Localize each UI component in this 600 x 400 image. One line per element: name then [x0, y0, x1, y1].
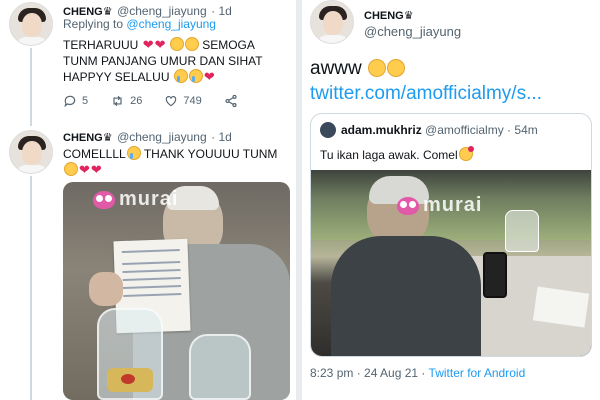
tweet-photo[interactable]: murai [63, 182, 290, 400]
thread-connector [30, 48, 32, 126]
retweet-button[interactable]: 26 [110, 94, 142, 108]
tweet-actions: 5 26 749 [63, 94, 260, 108]
watermark-text: murai [423, 194, 483, 216]
quoted-header: adam.mukhriz @amofficialmy · 54m [341, 123, 538, 137]
reply-count: 5 [82, 95, 89, 107]
tweet-source[interactable]: Twitter for Android [429, 366, 526, 380]
jar [505, 210, 539, 252]
smile-emoji-icon [64, 162, 78, 176]
watermark: murai [397, 194, 482, 217]
avatar[interactable] [9, 2, 53, 46]
replying-to: Replying to @cheng_jiayung [63, 17, 216, 31]
tweet-text-line: COMELLLL [63, 147, 126, 161]
display-name[interactable]: CHENG [63, 132, 103, 144]
watermark: murai [93, 188, 178, 211]
quoted-photo[interactable]: murai [311, 170, 591, 356]
user-handle[interactable]: @cheng_jiayung [364, 24, 461, 39]
quoted-tweet[interactable]: adam.mukhriz @amofficialmy · 54m Tu ikan… [310, 113, 592, 357]
paper [532, 286, 590, 328]
tweet-text-line: awww [310, 58, 362, 79]
smile-emoji-icon [368, 59, 387, 77]
owl-logo-icon [93, 190, 115, 209]
quoted-avatar[interactable] [320, 122, 336, 138]
replying-label: Replying to [63, 17, 124, 31]
tweet-text-line: THANK YOUUUU TUNM [143, 147, 278, 161]
tweet-text: awww [310, 58, 406, 80]
thread-connector-lower [30, 176, 32, 400]
tweet-text-line: HAPPYY SELALUU [63, 70, 170, 84]
display-name[interactable]: CHENG [364, 10, 404, 22]
quoted-age[interactable]: 54m [514, 123, 537, 137]
replying-handle-link[interactable]: @cheng_jiayung [126, 17, 216, 31]
reply-icon [64, 95, 76, 108]
tweet-text: COMELLLL THANK YOUUUU TUNM ❤❤ [63, 146, 291, 178]
kiss-emoji-icon [458, 146, 474, 161]
heart-emoji-icon: ❤ [79, 162, 90, 177]
heart-emoji-icon: ❤ [154, 37, 166, 52]
man-shirt [331, 236, 481, 356]
crown-icon: ♛ [403, 10, 414, 22]
retweet-count: 26 [130, 95, 143, 107]
crying-emoji-icon [126, 146, 141, 160]
quoted-text-line: Tu ikan laga awak. Comel [320, 148, 458, 162]
heart-emoji-icon: ❤ [90, 162, 102, 177]
share-button[interactable] [224, 94, 238, 108]
tweet-age[interactable]: 1d [218, 130, 231, 144]
tweet-text-line: TUNM PANJANG UMUR DAN SIHAT [63, 54, 263, 68]
quoted-handle[interactable]: @amofficialmy [425, 123, 504, 137]
tweet-timestamp-row: 8:23 pm · 24 Aug 21 · Twitter for Androi… [310, 366, 525, 380]
fish-jar [189, 334, 251, 400]
fish-jar [97, 308, 163, 400]
hand-shape [89, 272, 123, 306]
tweet-header: CHENG♛ [364, 6, 414, 24]
crying-emoji-icon [173, 69, 188, 83]
tweet-age[interactable]: 1d [218, 4, 231, 18]
like-count: 749 [183, 95, 202, 107]
smile-emoji-icon [169, 37, 184, 51]
crying-emoji-icon [188, 69, 203, 83]
quoted-text: Tu ikan laga awak. Comel [320, 146, 474, 162]
owl-logo-icon [397, 196, 419, 215]
tweet-timestamp[interactable]: 8:23 pm · 24 Aug 21 · [310, 366, 425, 380]
smile-emoji-icon [387, 59, 406, 77]
watermark-text: murai [119, 188, 179, 210]
left-thread-panel: CHENG♛ @cheng_jiayung · 1d Replying to @… [0, 0, 296, 400]
retweet-icon [113, 95, 122, 107]
share-icon [225, 94, 237, 108]
user-handle[interactable]: @cheng_jiayung [117, 130, 207, 144]
crown-icon: ♛ [102, 132, 113, 144]
tweet-text-line: TERHARUUU [63, 38, 139, 52]
right-tweet-panel: CHENG♛ @cheng_jiayung awww twitter.com/a… [302, 0, 600, 400]
tweet-header: CHENG♛ @cheng_jiayung · 1d [63, 130, 232, 144]
like-icon [166, 96, 177, 107]
quoted-display-name[interactable]: adam.mukhriz [341, 123, 422, 137]
smile-emoji-icon [184, 37, 199, 51]
user-handle[interactable]: @cheng_jiayung [117, 4, 207, 18]
like-button[interactable]: 749 [164, 94, 202, 108]
avatar[interactable] [9, 130, 53, 174]
tweet-text: TERHARUUU ❤❤ SEMOGA TUNM PANJANG UMUR DA… [63, 37, 291, 85]
reply-button[interactable]: 5 [63, 94, 88, 108]
phone [483, 252, 507, 298]
avatar[interactable] [310, 0, 354, 44]
tweet-link[interactable]: twitter.com/amofficialmy/s... [310, 83, 542, 105]
heart-emoji-icon: ❤ [142, 37, 154, 52]
tweet-text-line: SEMOGA [202, 38, 255, 52]
heart-emoji-icon: ❤ [203, 69, 215, 84]
